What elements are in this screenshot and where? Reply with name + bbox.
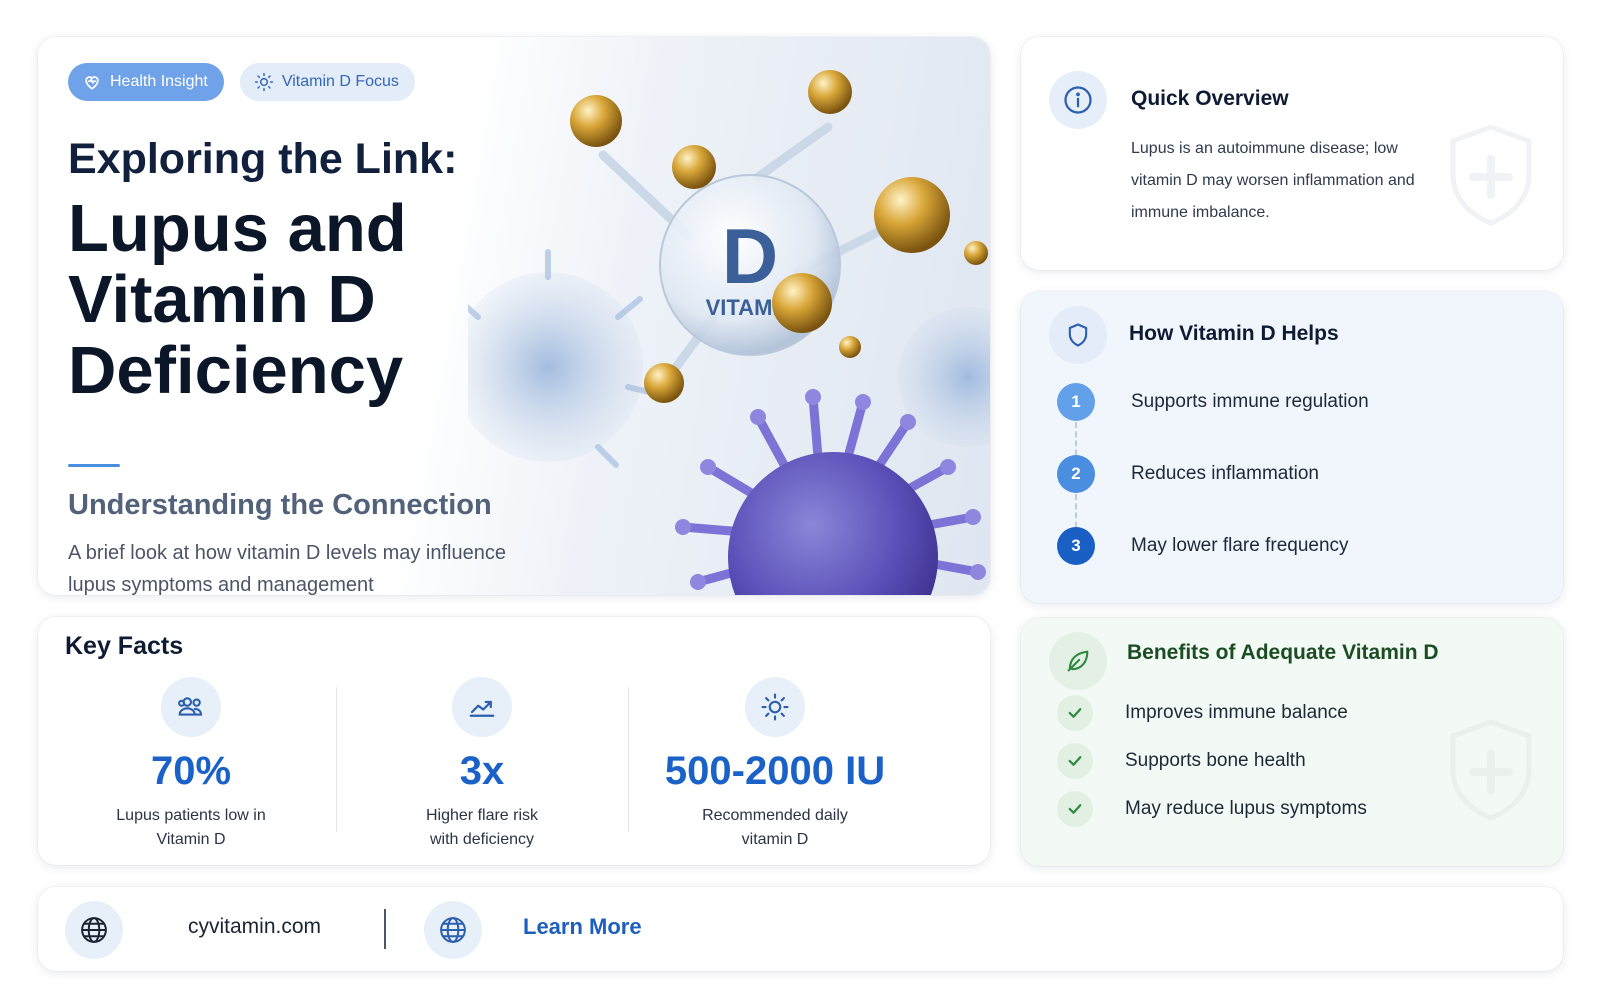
shield-plus-icon <box>1450 719 1532 821</box>
website-link[interactable]: cyvitamin.com <box>188 915 321 939</box>
hero-tag-chips: Health Insight Vitamin D Focus <box>68 63 415 101</box>
list-item: 3 May lower flare frequency <box>1057 527 1349 565</box>
benefit-label: Improves immune balance <box>1125 702 1348 723</box>
step-number: 3 <box>1057 527 1095 565</box>
page-title: Lupus and Vitamin D Deficiency <box>68 191 407 408</box>
list-item: Supports bone health <box>1057 743 1306 779</box>
check-icon <box>1057 743 1093 779</box>
quick-overview-card: Quick Overview Lupus is an autoimmune di… <box>1021 37 1563 270</box>
key-facts-card: Key Facts 70% Lupus patients low in Vita… <box>38 617 990 865</box>
chip-vitamin-d-focus[interactable]: Vitamin D Focus <box>239 63 415 101</box>
step-label: May lower flare frequency <box>1131 535 1349 556</box>
leaf-icon-badge <box>1049 632 1107 690</box>
check-icon <box>1057 695 1093 731</box>
vitamin-d-letter: D <box>722 212 778 300</box>
title-underline <box>68 464 120 467</box>
benefit-label: Supports bone health <box>1125 750 1306 771</box>
list-item: 2 Reduces inflammation <box>1057 455 1319 493</box>
fact-description: Recommended daily vitamin D <box>702 807 848 848</box>
info-icon-badge <box>1049 71 1107 129</box>
how-vitamin-d-helps-card: How Vitamin D Helps 1 Supports immune re… <box>1021 292 1563 603</box>
step-number: 1 <box>1057 383 1095 421</box>
fact-value: 3x <box>459 749 505 793</box>
shield-plus-icon <box>1450 124 1532 226</box>
benefits-title: Benefits of Adequate Vitamin D <box>1127 641 1439 664</box>
divider <box>628 687 629 832</box>
hero-kicker: Exploring the Link: <box>68 135 458 183</box>
chip-label: Health Insight <box>110 73 208 90</box>
globe-icon <box>424 901 482 959</box>
shield-icon <box>1068 323 1088 347</box>
overview-body: Lupus is an autoimmune disease; low vita… <box>1131 140 1415 221</box>
benefit-label: May reduce lupus symptoms <box>1125 798 1367 819</box>
key-facts-title: Key Facts <box>65 632 184 660</box>
step-label: Supports immune regulation <box>1131 391 1369 412</box>
sun-icon <box>254 72 273 92</box>
fact-description: Lupus patients low in Vitamin D <box>116 807 266 848</box>
list-item: Improves immune balance <box>1057 695 1348 731</box>
globe-icon <box>65 901 123 959</box>
heart-icon <box>85 76 99 90</box>
check-icon <box>1057 791 1093 827</box>
divider <box>384 909 386 949</box>
fact-value: 500-2000 IU <box>664 749 886 793</box>
people-icon <box>161 677 221 737</box>
fact-item: 3x Higher flare risk with deficiency <box>337 677 627 852</box>
list-item: May reduce lupus symptoms <box>1057 791 1367 827</box>
info-icon <box>1064 86 1092 114</box>
step-label: Reduces inflammation <box>1131 463 1319 484</box>
learn-more-link[interactable]: Learn More <box>523 914 642 940</box>
overview-title: Quick Overview <box>1131 87 1289 110</box>
fact-item: 70% Lupus patients low in Vitamin D <box>46 677 336 852</box>
chip-health-insight[interactable]: Health Insight <box>68 63 224 101</box>
hero-subheading: Understanding the Connection <box>68 489 492 521</box>
fact-description: Higher flare risk with deficiency <box>425 807 539 848</box>
footer-bar: cyvitamin.com Learn More <box>38 887 1563 971</box>
chip-label: Vitamin D Focus <box>281 73 399 90</box>
leaf-icon <box>1067 650 1089 672</box>
hero-card: D VITAMIN Health Insight Vitamin D Focus… <box>38 37 990 595</box>
fact-item: 500-2000 IU Recommended daily vitamin D <box>630 677 920 852</box>
step-number: 2 <box>1057 455 1095 493</box>
shield-icon-badge <box>1049 306 1107 364</box>
vitamin-d-molecule-illustration: D VITAMIN <box>468 70 990 595</box>
sun-icon <box>745 677 805 737</box>
benefits-card: Benefits of Adequate Vitamin D Improves … <box>1021 618 1563 866</box>
list-item: 1 Supports immune regulation <box>1057 383 1369 421</box>
hero-description: A brief look at how vitamin D levels may… <box>68 542 506 595</box>
trend-up-icon <box>452 677 512 737</box>
fact-value: 70% <box>150 749 232 793</box>
helps-title: How Vitamin D Helps <box>1129 322 1339 345</box>
